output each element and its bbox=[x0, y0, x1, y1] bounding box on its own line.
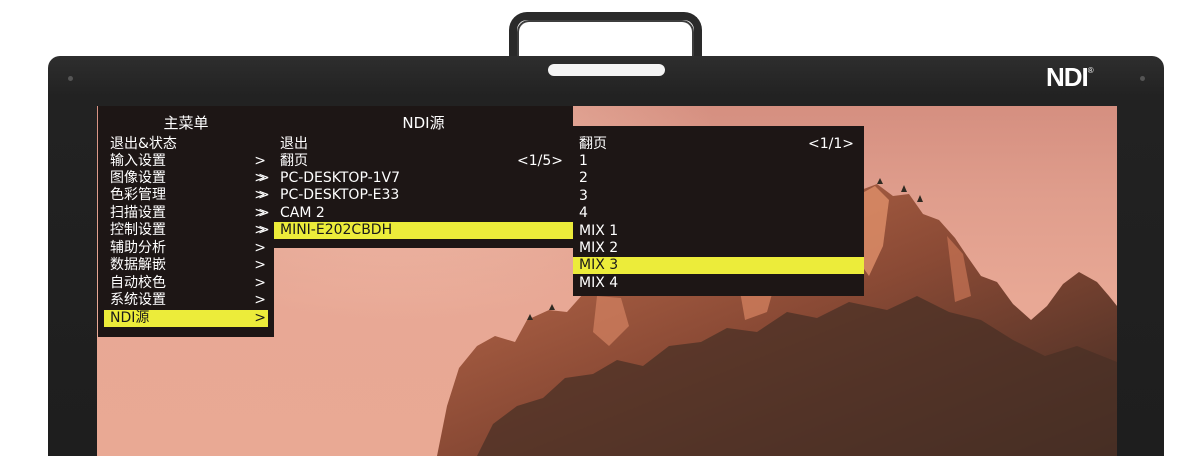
chevron-right-icon: > bbox=[258, 170, 270, 186]
chevron-right-icon: > bbox=[258, 222, 270, 238]
page-indicator: <1/5> bbox=[517, 153, 563, 169]
page-indicator: <1/1> bbox=[808, 136, 854, 152]
ndi-menu-page[interactable]: 翻页 <1/5> bbox=[274, 153, 573, 170]
channel-item[interactable]: MIX 1 bbox=[573, 223, 864, 240]
ndi-source-item[interactable]: > CAM 2 bbox=[258, 205, 573, 222]
channel-item[interactable]: 3 bbox=[573, 188, 864, 205]
ndi-menu-exit[interactable]: 退出 bbox=[274, 136, 573, 153]
bezel-screw-right bbox=[1140, 76, 1145, 81]
main-menu-item-ndi-source[interactable]: NDI源 > bbox=[104, 310, 268, 327]
main-menu-item-assist-analysis[interactable]: 辅助分析 > bbox=[104, 240, 268, 257]
chevron-right-icon: > bbox=[254, 153, 266, 169]
channel-item[interactable]: 4 bbox=[573, 205, 864, 222]
ndi-logo: NDI® bbox=[1046, 62, 1094, 92]
channel-item[interactable]: MIX 2 bbox=[573, 240, 864, 257]
main-menu-item-auto-calibration[interactable]: 自动校色 > bbox=[104, 275, 268, 292]
channel-item[interactable]: 2 bbox=[573, 170, 864, 187]
ndi-source-item[interactable]: > PC-DESKTOP-1V7 bbox=[258, 170, 573, 187]
chevron-right-icon: > bbox=[254, 275, 266, 291]
chevron-right-icon: > bbox=[254, 310, 266, 326]
channel-menu-page[interactable]: 翻页 <1/1> bbox=[573, 136, 864, 153]
main-menu-item-data-deembed[interactable]: 数据解嵌 > bbox=[104, 257, 268, 274]
main-menu-item-exit-status[interactable]: 退出&状态 bbox=[104, 136, 268, 153]
power-indicator-icon bbox=[548, 64, 665, 76]
channel-item[interactable]: 1 bbox=[573, 153, 864, 170]
main-menu-item-color-management[interactable]: 色彩管理 > bbox=[104, 187, 268, 204]
main-menu-item-image-settings[interactable]: 图像设置 > bbox=[104, 170, 268, 187]
ndi-source-menu: NDI源 退出 翻页 <1/5> > PC-DESKTOP-1V7 > PC-D… bbox=[258, 106, 573, 248]
main-menu: 主菜单 退出&状态 输入设置 > 图像设置 > 色彩管理 > 扫描设置 > 控制… bbox=[98, 106, 274, 337]
channel-item[interactable]: MIX 4 bbox=[573, 275, 864, 292]
ndi-source-item[interactable]: > PC-DESKTOP-E33 bbox=[258, 187, 573, 204]
channel-item-selected[interactable]: MIX 3 bbox=[573, 257, 864, 274]
chevron-right-icon: > bbox=[254, 240, 266, 256]
main-menu-item-control-settings[interactable]: 控制设置 > bbox=[104, 222, 268, 239]
chevron-right-icon: > bbox=[258, 205, 270, 221]
main-menu-title: 主菜单 bbox=[163, 114, 209, 132]
chevron-right-icon: > bbox=[254, 292, 266, 308]
ndi-source-item-selected[interactable]: > MINI-E202CBDH bbox=[258, 222, 573, 239]
chevron-right-icon: > bbox=[258, 187, 270, 203]
main-menu-item-scan-settings[interactable]: 扫描设置 > bbox=[104, 205, 268, 222]
chevron-right-icon: > bbox=[254, 257, 266, 273]
main-menu-item-system-settings[interactable]: 系统设置 > bbox=[104, 292, 268, 309]
channel-menu: 翻页 <1/1> 1 2 3 4 MIX 1 MIX 2 MIX 3 MIX 4 bbox=[573, 126, 864, 296]
main-menu-item-input-settings[interactable]: 输入设置 > bbox=[104, 153, 268, 170]
ndi-menu-title: NDI源 bbox=[402, 114, 445, 132]
bezel-screw-left bbox=[68, 76, 73, 81]
